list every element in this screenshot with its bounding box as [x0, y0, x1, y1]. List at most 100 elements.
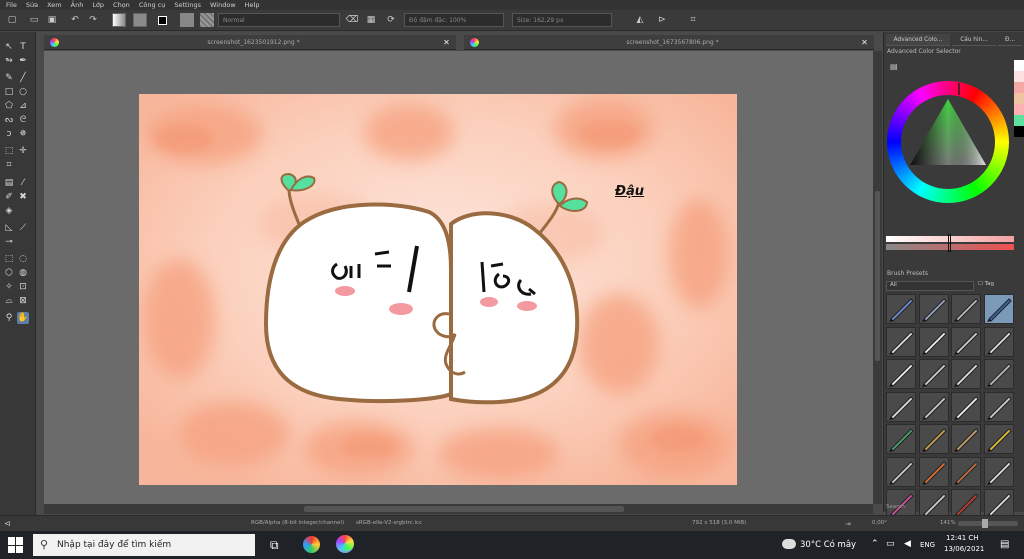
krita-app-icon[interactable] [336, 535, 354, 553]
brush-preset-thumbnail[interactable] [951, 326, 981, 357]
multibrush-icon[interactable]: ✵ [17, 128, 29, 140]
brush-preset-thumbnail[interactable] [918, 326, 949, 357]
menu-settings[interactable]: Settings [174, 1, 201, 9]
brush-preset-thumbnail[interactable] [886, 326, 916, 357]
tab-document-2[interactable]: screenshot_1673567806.png * ✕ [464, 35, 874, 50]
fill-tool-icon[interactable]: ◈ [3, 205, 15, 217]
clock-time[interactable]: 12:41 CH [946, 534, 979, 542]
pattern-icon[interactable] [133, 13, 147, 27]
task-view-icon[interactable]: ⧉ [270, 538, 284, 552]
close-icon[interactable]: ✕ [442, 38, 451, 47]
save-icon[interactable]: ▣ [45, 13, 59, 27]
weather-text[interactable]: 30°C Có mây [800, 540, 856, 550]
preserve-alpha-icon[interactable]: ▦ [364, 13, 378, 27]
taskbar-search-input[interactable]: ⚲ Nhập tại đây để tìm kiếm [33, 534, 255, 556]
brush-preset-thumbnail[interactable] [983, 294, 1014, 324]
brush-preset-thumbnail[interactable] [983, 424, 1014, 454]
text-tool-icon[interactable]: T [17, 41, 29, 53]
gradient-tool-icon[interactable]: ▤ [3, 177, 15, 189]
undo-icon[interactable]: ↶ [68, 13, 82, 27]
brush-preset-thumbnail[interactable] [951, 294, 981, 324]
tab-other[interactable]: Đ... [998, 34, 1022, 46]
vertical-scrollbar[interactable] [873, 51, 882, 504]
horizontal-scrollbar[interactable] [44, 504, 873, 514]
dynamic-brush-icon[interactable]: ↄ [3, 128, 15, 140]
ellipse-select-icon[interactable]: ◌ [17, 253, 29, 265]
brush-preset-thumbnail[interactable] [983, 326, 1014, 357]
brush-preset-thumbnail[interactable] [886, 294, 916, 324]
menu-help[interactable]: Help [245, 1, 260, 9]
tray-chevron-icon[interactable]: ⌃ [871, 539, 879, 549]
size-slider[interactable]: Size: 162,29 px [512, 13, 612, 27]
similar-select-icon[interactable]: ⊡ [17, 281, 29, 293]
menu-tools[interactable]: Công cụ [139, 1, 166, 9]
select-shapes-icon[interactable]: ↖ [3, 41, 15, 53]
redo-icon[interactable]: ↷ [86, 13, 100, 27]
transform-tool-icon[interactable]: ⬚ [3, 145, 15, 157]
eraser-icon[interactable]: ⌫ [345, 13, 359, 27]
language-indicator[interactable]: ENG [920, 541, 935, 549]
brush-preset-thumb-icon[interactable] [180, 13, 194, 27]
rotate-icon[interactable]: ⇥ [845, 520, 851, 528]
brush-preset-thumbnail[interactable] [951, 391, 981, 422]
brush-preset-thumbnail[interactable] [886, 359, 916, 389]
menu-window[interactable]: Window [210, 1, 236, 9]
color-triangle[interactable] [887, 81, 1009, 203]
preset-chooser-icon[interactable] [200, 13, 214, 27]
settings-icon[interactable]: ▤ [890, 62, 899, 71]
brush-preset-thumbnail[interactable] [886, 456, 916, 487]
rectangle-tool-icon[interactable]: □ [3, 86, 15, 98]
brush-preset-thumbnail[interactable] [983, 391, 1014, 422]
brush-preset-thumbnail[interactable] [918, 359, 949, 389]
move-tool-icon[interactable]: ✛ [17, 145, 29, 157]
menu-file[interactable]: File [6, 1, 17, 9]
bezier-tool-icon[interactable]: ᔓ [3, 114, 15, 126]
blend-mode-select[interactable]: Normal [218, 13, 340, 27]
clock-date[interactable]: 13/06/2021 [944, 545, 984, 553]
mirror-vertical-icon[interactable]: ⊳ [655, 13, 669, 27]
calligraphy-icon[interactable]: ✒ [17, 55, 29, 67]
zoom-slider[interactable] [958, 519, 1018, 528]
brush-preset-thumbnail[interactable] [951, 359, 981, 389]
zoom-tool-icon[interactable]: ⚲ [3, 312, 15, 324]
brush-preset-thumbnail[interactable] [983, 359, 1014, 389]
rect-select-icon[interactable]: ⬚ [3, 253, 15, 265]
menu-image[interactable]: Ảnh [71, 1, 84, 9]
drawing-canvas[interactable]: Đậu [139, 94, 737, 485]
fg-bg-color-icon[interactable] [155, 13, 169, 27]
assistant-tool-icon[interactable]: ◺ [3, 222, 15, 234]
open-folder-icon[interactable]: ▭ [27, 13, 41, 27]
tag-select[interactable]: ☐ Tag [978, 281, 1008, 291]
line-tool-icon[interactable]: ╱ [17, 72, 29, 84]
brush-preset-thumbnail[interactable] [886, 391, 916, 422]
brush-preset-thumbnail[interactable] [918, 456, 949, 487]
brush-preset-thumbnail[interactable] [918, 294, 949, 324]
color-picker-icon[interactable]: ⁄ [17, 177, 29, 189]
freehand-select-icon[interactable]: ◍ [17, 267, 29, 279]
opacity-slider[interactable]: Độ đậm đặc: 100% [404, 13, 504, 27]
brush-tool-icon[interactable]: ✎ [3, 72, 15, 84]
brush-preset-thumbnail[interactable] [951, 456, 981, 487]
bezier-select-icon[interactable]: ⌓ [3, 295, 15, 307]
menu-view[interactable]: Xem [47, 1, 62, 9]
brush-preset-thumbnail[interactable] [886, 424, 916, 454]
gradient-icon[interactable] [112, 13, 126, 27]
battery-icon[interactable]: ▭ [886, 539, 895, 549]
polygon-tool-icon[interactable]: ⬠ [3, 100, 15, 112]
color-wheel[interactable] [887, 81, 1009, 203]
reload-icon[interactable]: ⟳ [384, 13, 398, 27]
menu-layer[interactable]: Lớp [92, 1, 104, 9]
chrome-app-icon[interactable] [303, 536, 320, 553]
menu-select[interactable]: Chọn [113, 1, 130, 9]
edit-shapes-icon[interactable]: ↬ [3, 55, 15, 67]
menu-edit[interactable]: Sửa [26, 1, 38, 9]
polyline-tool-icon[interactable]: ⊿ [17, 100, 29, 112]
freehand-path-icon[interactable]: ᘓ [17, 114, 29, 126]
brush-preset-thumbnail[interactable] [983, 456, 1014, 487]
color-history[interactable] [1014, 60, 1024, 140]
preset-search-input[interactable]: Search [886, 504, 1022, 512]
contiguous-select-icon[interactable]: ✧ [3, 281, 15, 293]
brush-preset-thumbnail[interactable] [918, 391, 949, 422]
new-document-icon[interactable]: ▢ [5, 13, 19, 27]
tab-advanced-color[interactable]: Advanced Colo... [886, 34, 950, 46]
